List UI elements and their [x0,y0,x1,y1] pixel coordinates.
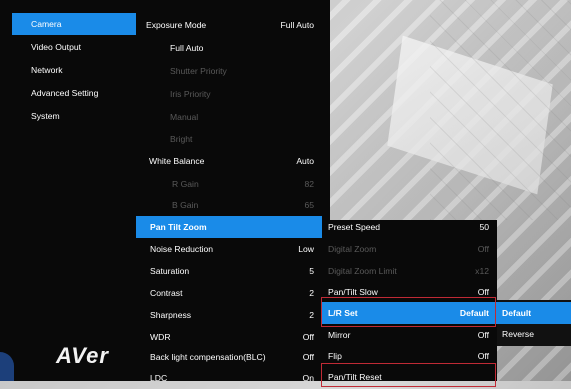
option-label: Shutter Priority [170,66,227,76]
highlight-box-pan-tilt-reset [321,363,496,387]
contrast-row[interactable]: Contrast 2 [136,282,322,304]
left-menu-item-network[interactable]: Network [31,59,63,81]
preset-speed-row[interactable]: Preset Speed 50 [322,216,497,238]
setting-value: 50 [479,222,489,232]
noise-reduction-row[interactable]: Noise Reduction Low [136,238,322,260]
setting-label: WDR [150,332,171,342]
lr-option-reverse[interactable]: Reverse [497,323,571,345]
option-label: Default [502,308,532,318]
setting-label: Pan/Tilt Slow [328,287,378,297]
setting-label: White Balance [149,156,205,166]
setting-label: Digital Zoom Limit [328,266,397,276]
left-menu-label: Camera [31,19,62,29]
setting-label: Noise Reduction [150,244,214,254]
digital-zoom-row: Digital Zoom Off [322,238,497,260]
pan-tilt-zoom-row[interactable]: Pan Tilt Zoom [136,216,322,238]
b-gain-row: B Gain 65 [146,194,322,216]
setting-label: Preset Speed [328,222,381,232]
setting-value: Off [477,330,489,340]
exposure-option-iris-priority: Iris Priority [170,83,211,105]
option-label: Iris Priority [170,89,211,99]
left-menu-item-video-output[interactable]: Video Output [31,36,81,58]
setting-value: x12 [475,266,489,276]
setting-label: Saturation [150,266,190,276]
highlight-box-lr-set [321,297,496,327]
left-menu-item-advanced-setting[interactable]: Advanced Setting [31,82,98,104]
setting-value: 82 [304,179,314,189]
wdr-row[interactable]: WDR Off [136,326,322,348]
setting-label: Mirror [328,330,351,340]
setting-label: Flip [328,351,342,361]
setting-value: Full Auto [280,20,314,30]
setting-value: Off [302,332,314,342]
left-menu-item-camera[interactable]: Camera [12,13,136,35]
option-label: Manual [170,112,199,122]
setting-value: Off [477,244,489,254]
exposure-option-manual: Manual [170,106,198,128]
lr-option-default[interactable]: Default [497,302,571,324]
blc-row[interactable]: Back light compensation(BLC) Off [136,346,322,368]
setting-value: Auto [296,156,314,166]
setting-label: Back light compensation(BLC) [150,352,266,362]
exposure-option-full-auto[interactable]: Full Auto [170,37,203,59]
setting-value: 5 [309,266,314,276]
exposure-option-bright: Bright [170,128,192,150]
setting-label: Sharpness [150,310,192,320]
setting-label: B Gain [172,200,199,210]
setting-value: Low [298,244,314,254]
left-menu-label: Advanced Setting [31,88,99,98]
ldc-row[interactable]: LDC On [136,367,322,389]
left-menu-item-system[interactable]: System [31,105,60,127]
left-menu-label: System [31,111,60,121]
exposure-option-shutter-priority: Shutter Priority [170,60,227,82]
setting-value: Off [302,352,314,362]
setting-value: 2 [309,288,314,298]
left-menu-label: Video Output [31,42,82,52]
white-balance-row[interactable]: White Balance Auto [146,150,322,172]
exposure-mode-row[interactable]: Exposure Mode Full Auto [146,14,322,36]
left-menu-label: Network [31,65,63,75]
ceiling-grid [430,0,571,220]
setting-label: LDC [150,373,168,383]
option-label: Reverse [502,329,534,339]
setting-label: Digital Zoom [328,244,377,254]
saturation-row[interactable]: Saturation 5 [136,260,322,282]
digital-zoom-limit-row: Digital Zoom Limit x12 [322,260,497,282]
sharpness-row[interactable]: Sharpness 2 [136,304,322,326]
r-gain-row: R Gain 82 [146,173,322,195]
setting-value: 65 [304,200,314,210]
option-label: Full Auto [170,43,204,53]
option-label: Bright [170,134,193,144]
setting-label: Contrast [150,288,183,298]
aver-logo: AVer [56,343,109,368]
setting-label: Pan Tilt Zoom [150,222,207,232]
mirror-row[interactable]: Mirror Off [322,324,497,346]
setting-label: Exposure Mode [146,20,207,30]
setting-value: 2 [309,310,314,320]
setting-label: R Gain [172,179,199,189]
setting-value: On [302,373,314,383]
